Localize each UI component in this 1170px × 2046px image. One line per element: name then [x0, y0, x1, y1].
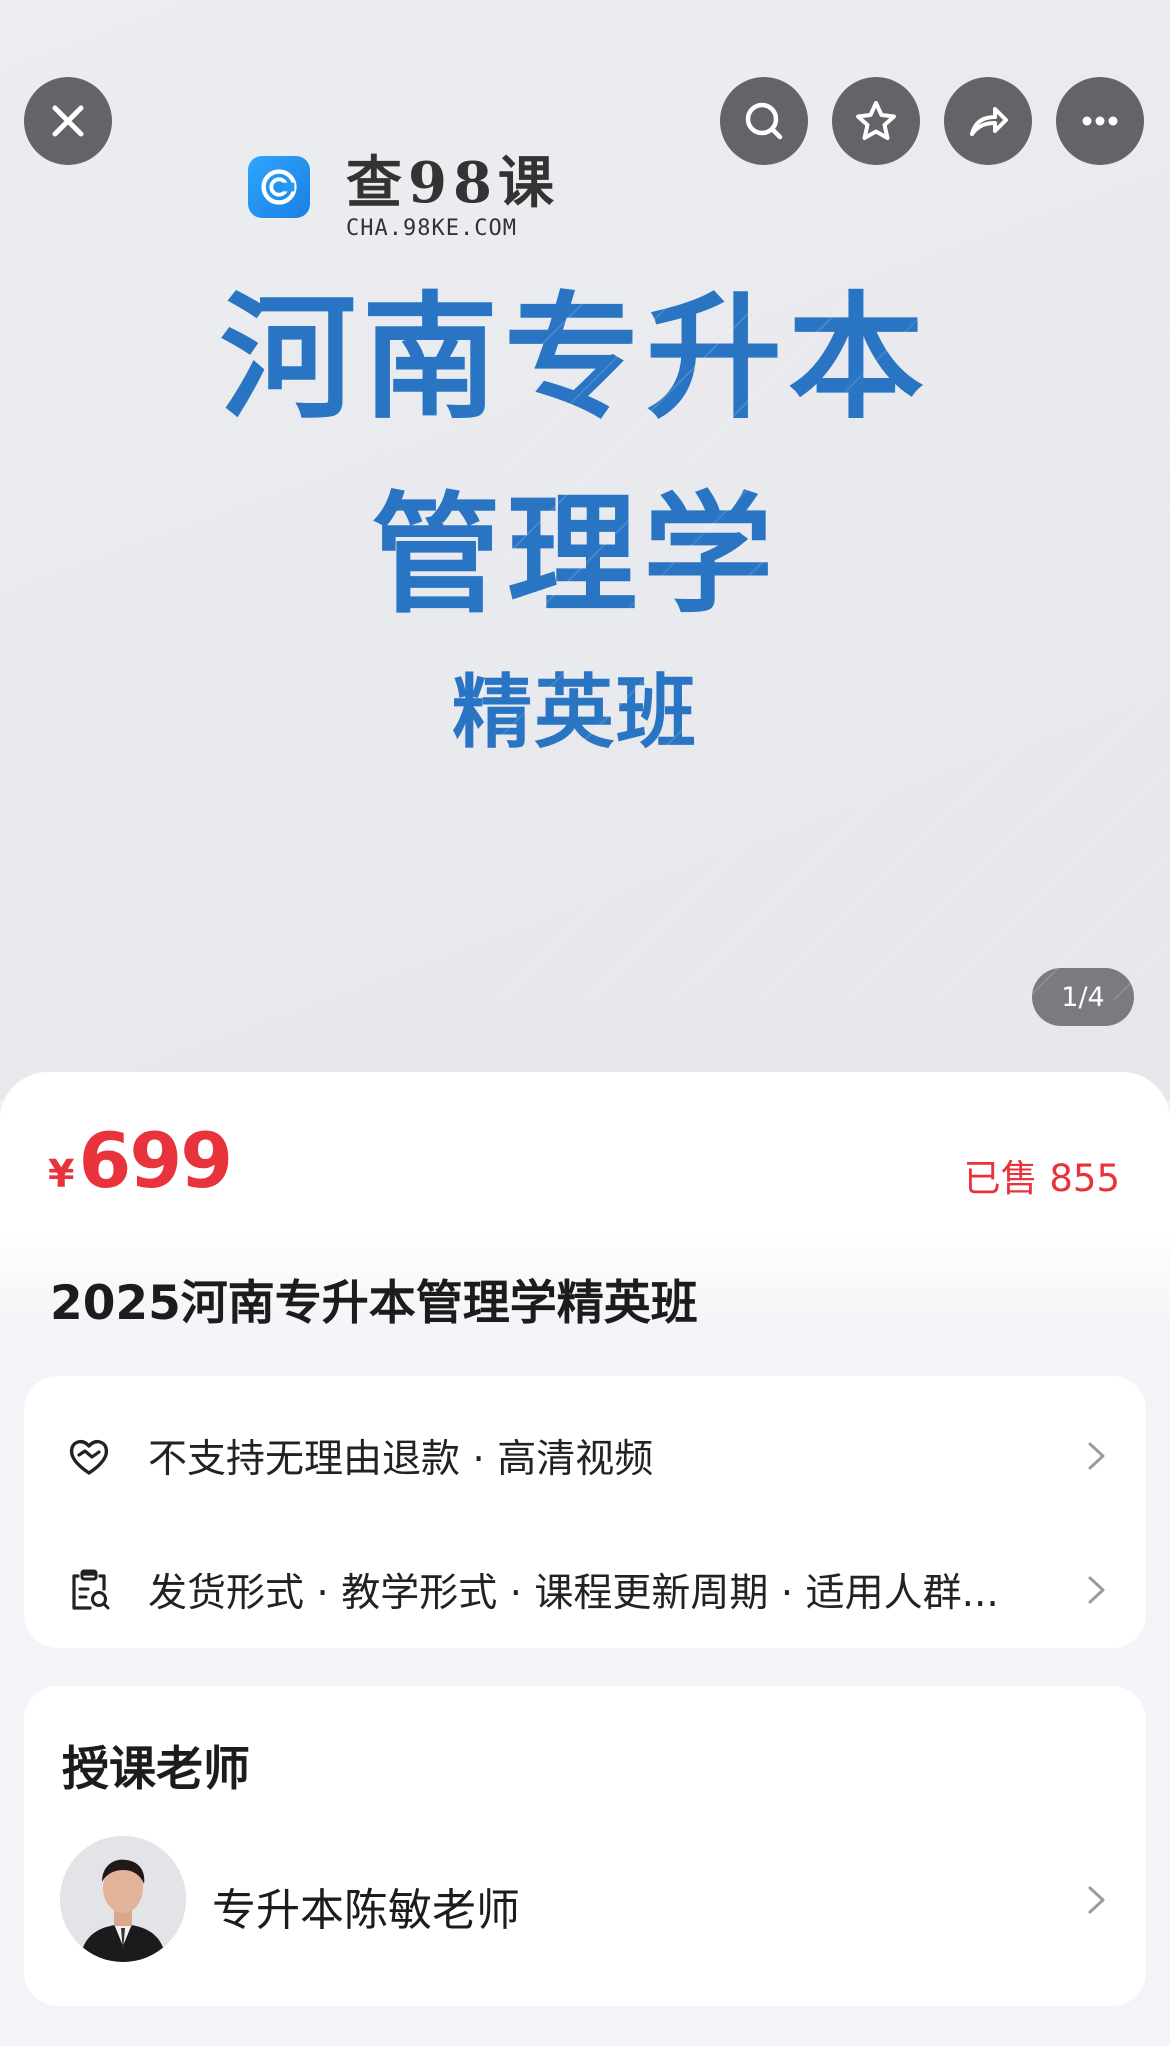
star-icon [856, 101, 896, 140]
chevron-right-icon [1088, 1886, 1105, 1914]
teacher-heading: 授课老师 [62, 1742, 250, 1797]
cover-title-line-1: 河南专升本 [220, 280, 930, 438]
more-button[interactable] [1056, 77, 1144, 165]
price-section: ¥ 699 已售 855 2025河南专升本管理学精英班 [0, 1072, 1170, 1332]
image-pager: 1/4 [1032, 968, 1134, 1026]
product-detail-sheet: ¥ 699 已售 855 2025河南专升本管理学精英班 不支持无理由退款 · … [0, 1072, 1170, 2046]
share-button[interactable] [944, 77, 1032, 165]
teacher-name: 专升本陈敏老师 [212, 1885, 520, 1936]
teacher-row[interactable]: 专升本陈敏老师 [24, 1836, 1146, 1966]
brand-name: 查98课 [346, 150, 560, 216]
refund-policy-text: 不支持无理由退款 · 高清视频 [148, 1437, 654, 1482]
product-page: 查98课 CHA.98KE.COM 河南专升本 管理学 精英班 1/4 ¥ 69… [0, 0, 1170, 2046]
course-params-row[interactable]: 发货形式 · 教学形式 · 课程更新周期 · 适用人群... [24, 1540, 1146, 1640]
cover-title-line-3: 精英班 [452, 666, 698, 759]
brand-logo-icon [248, 156, 310, 218]
search-icon [745, 102, 783, 140]
currency-symbol: ¥ [48, 1152, 75, 1196]
chevron-right-icon [1088, 1442, 1105, 1470]
heart-shield-icon [69, 1440, 109, 1475]
refund-policy-row[interactable]: 不支持无理由退款 · 高清视频 [24, 1406, 1146, 1506]
sold-count: 已售 855 [963, 1157, 1120, 1200]
cover-title-line-2: 管理学 [370, 479, 779, 631]
close-icon [52, 105, 84, 137]
price-value: 699 [78, 1116, 233, 1205]
teacher-card: 授课老师 专升本陈敏老师 [24, 1686, 1146, 2006]
close-button[interactable] [24, 77, 112, 165]
chevron-right-icon [1088, 1576, 1105, 1604]
price: ¥ 699 [48, 1116, 233, 1205]
clipboard-search-icon [72, 1569, 110, 1610]
favorite-button[interactable] [832, 77, 920, 165]
service-info-card: 不支持无理由退款 · 高清视频 发货形式 · 教学形式 · 课程更新周期 · 适… [24, 1376, 1146, 1648]
course-params-text: 发货形式 · 教学形式 · 课程更新周期 · 适用人群... [148, 1571, 999, 1616]
brand-url: CHA.98KE.COM [346, 216, 517, 241]
cover-image[interactable]: 查98课 CHA.98KE.COM 河南专升本 管理学 精英班 1/4 [0, 0, 1170, 1100]
teacher-avatar [60, 1836, 186, 1962]
more-icon [1082, 116, 1118, 126]
brand-watermark: 查98课 CHA.98KE.COM [248, 150, 560, 241]
search-button[interactable] [720, 77, 808, 165]
share-icon [970, 107, 1008, 136]
course-title: 2025河南专升本管理学精英班 [50, 1276, 698, 1331]
